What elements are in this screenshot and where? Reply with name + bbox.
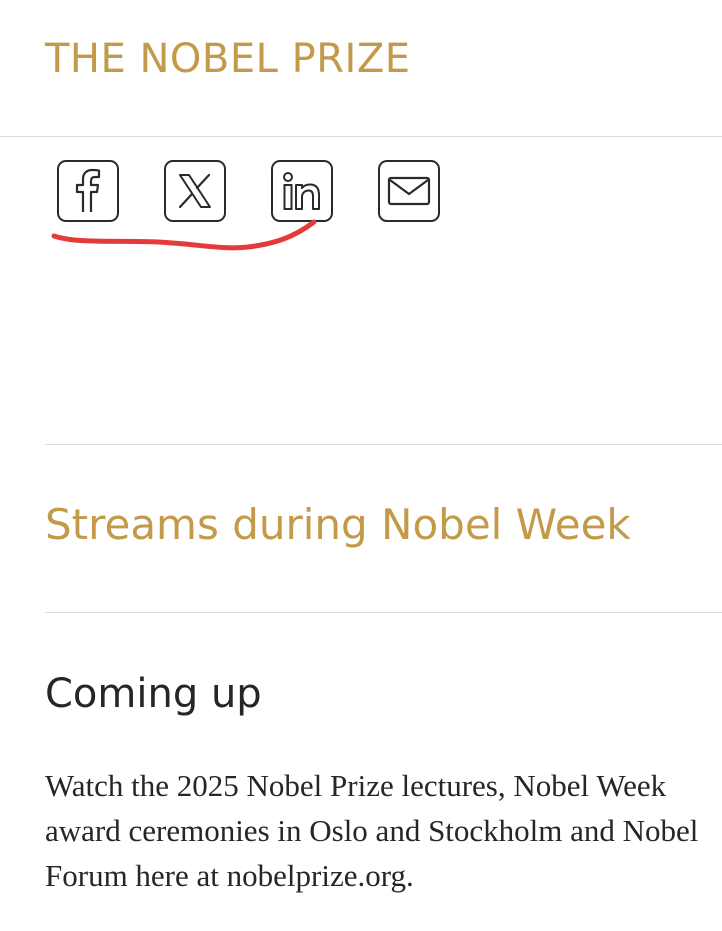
site-header: THE NOBEL PRIZE [0, 0, 722, 137]
facebook-icon [75, 168, 101, 212]
section-divider [45, 444, 722, 445]
facebook-share-button[interactable] [57, 160, 119, 222]
email-share-button[interactable] [378, 160, 440, 222]
red-underline-annotation [51, 219, 317, 251]
linkedin-icon [283, 172, 320, 210]
description-line: Watch the 2025 Nobel Prize lectures, Nob… [45, 768, 667, 803]
linkedin-share-button[interactable] [271, 160, 333, 222]
coming-up-description: Watch the 2025 Nobel Prize lectures, Nob… [45, 763, 722, 898]
mail-icon [387, 176, 431, 206]
site-logo[interactable]: THE NOBEL PRIZE [45, 36, 411, 82]
x-icon [178, 173, 211, 209]
description-line: Forum here at nobelprize.org. [45, 858, 414, 893]
coming-up-heading: Coming up [45, 671, 262, 717]
description-line: award ceremonies in Oslo and Stockholm a… [45, 813, 699, 848]
section-divider [45, 612, 722, 613]
streams-heading[interactable]: Streams during Nobel Week [45, 500, 631, 549]
x-share-button[interactable] [164, 160, 226, 222]
